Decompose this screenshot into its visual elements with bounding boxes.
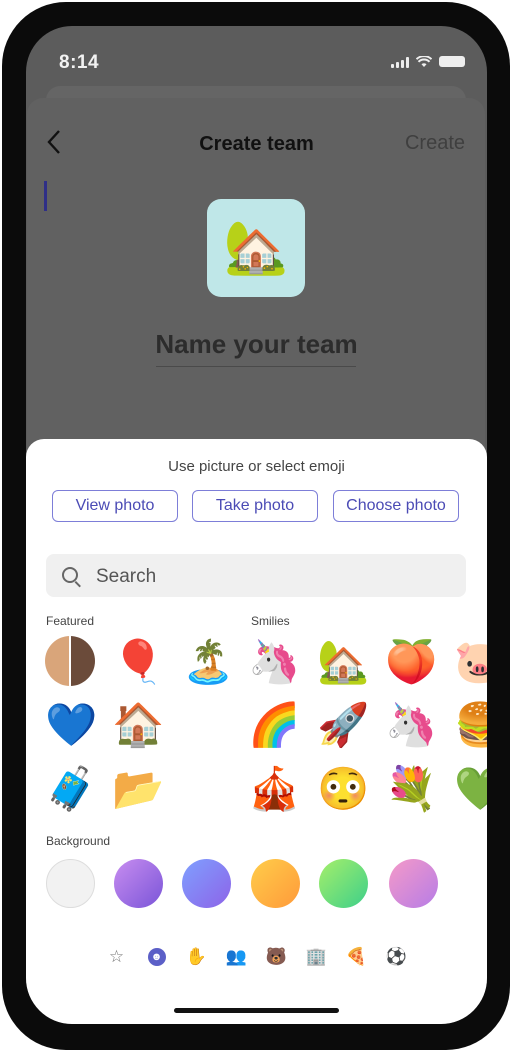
battery-icon [439,56,465,67]
emoji-flushed-face[interactable]: 😳 [317,763,369,815]
status-icons [391,56,465,68]
emoji-luggage[interactable]: 🧳 [45,763,97,815]
hand-icon[interactable]: ✋ [184,944,210,970]
emoji-pig[interactable]: 🐷 [454,636,487,688]
emoji-balloons[interactable]: 🎈 [112,636,164,688]
emoji-island[interactable]: 🏝️ [182,636,234,688]
people-icon[interactable]: 👥 [224,944,250,970]
name-underline [156,366,356,367]
ball-icon[interactable]: ⚽ [384,944,410,970]
building-icon[interactable]: 🏢 [304,944,330,970]
phone-frame: 8:14 Create team Create 🏡 Name your team… [2,2,510,1050]
emoji-folder[interactable]: 📂 [112,763,164,815]
background-label: Background [46,834,111,848]
emoji-burger[interactable]: 🍔 [454,699,487,751]
animal-icon[interactable]: 🐻 [264,944,290,970]
search-icon [62,567,78,583]
emoji-category-tabs: ☆ ☻ ✋ 👥 🐻 🏢 🍕 ⚽ [26,944,487,970]
background-swatch-green[interactable] [319,859,368,908]
emoji-bouquet[interactable]: 💐 [385,763,437,815]
emoji-house-garden[interactable]: 🏡 [317,636,369,688]
screen: 8:14 Create team Create 🏡 Name your team… [26,26,487,1024]
star-icon[interactable]: ☆ [104,944,130,970]
emoji-rainbow[interactable]: 🌈 [248,699,300,751]
cellular-signal-icon [391,57,409,68]
featured-label: Featured [46,614,95,628]
create-button[interactable]: Create [405,132,465,155]
smilies-label: Smilies [251,614,290,628]
view-photo-button[interactable]: View photo [52,490,178,522]
background-swatch-gray[interactable] [46,859,95,908]
emoji-hearts[interactable]: 💙 [45,699,97,751]
picker-title: Use picture or select emoji [168,458,345,475]
choose-photo-button[interactable]: Choose photo [333,490,459,522]
emoji-house[interactable]: 🏠 [112,699,164,751]
team-name-input[interactable]: Name your team [26,329,487,360]
emoji-green-heart[interactable]: 💚 [454,763,487,815]
emoji-rocket[interactable]: 🚀 [317,699,369,751]
background-swatch-blue[interactable] [182,859,231,908]
background-swatch-orange[interactable] [251,859,300,908]
emoji-peach[interactable]: 🍑 [385,636,437,688]
food-icon[interactable]: 🍕 [344,944,370,970]
background-swatch-pink[interactable] [389,859,438,908]
search-input[interactable]: Search [46,554,466,597]
emoji-pinata[interactable]: 🦄 [248,636,300,688]
home-indicator[interactable] [174,1008,339,1013]
team-icon-button[interactable]: 🏡 [207,199,305,297]
avatar[interactable] [45,636,95,686]
emoji-circus-tent[interactable]: 🎪 [248,763,300,815]
house-icon: 🏡 [223,219,289,277]
smiley-icon[interactable]: ☻ [144,944,170,970]
search-placeholder: Search [96,566,157,587]
take-photo-button[interactable]: Take photo [192,490,318,522]
emoji-picker-panel: Use picture or select emoji View photo T… [26,439,487,1024]
emoji-unicorn[interactable]: 🦄 [385,699,437,751]
text-cursor [44,181,47,211]
status-time: 8:14 [59,52,100,73]
wifi-icon [416,56,432,67]
background-swatch-purple[interactable] [114,859,163,908]
